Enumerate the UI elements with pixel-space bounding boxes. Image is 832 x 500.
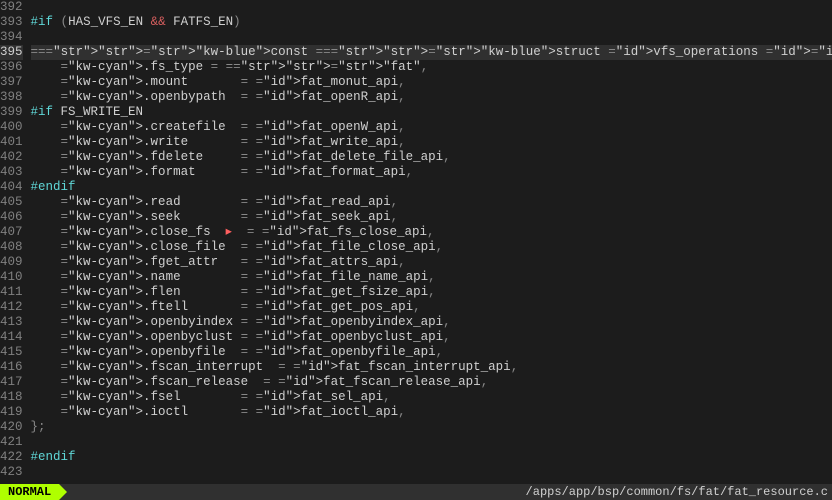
line-number: 423: [0, 465, 23, 480]
code-line[interactable]: ="kw-cyan">.fscan_interrupt = ="id">fat_…: [31, 360, 832, 375]
code-line[interactable]: ="kw-cyan">.openbyindex = ="id">fat_open…: [31, 315, 832, 330]
line-number: 415: [0, 345, 23, 360]
code-line[interactable]: [31, 0, 832, 15]
code-line[interactable]: ="kw-cyan">.fget_attr = ="id">fat_attrs_…: [31, 255, 832, 270]
line-number: 396: [0, 60, 23, 75]
line-number: 422: [0, 450, 23, 465]
code-line[interactable]: ="kw-cyan">.close_file = ="id">fat_file_…: [31, 240, 832, 255]
code-editor[interactable]: 3923933943953963973983994004014024034044…: [0, 0, 832, 484]
line-number: 399: [0, 105, 23, 120]
line-number: 411: [0, 285, 23, 300]
code-line[interactable]: ="kw-cyan">.format = ="id">fat_format_ap…: [31, 165, 832, 180]
code-line[interactable]: ="kw-cyan">.openbyclust = ="id">fat_open…: [31, 330, 832, 345]
code-line[interactable]: [31, 465, 832, 480]
code-line[interactable]: ="kw-cyan">.write = ="id">fat_write_api,: [31, 135, 832, 150]
code-line[interactable]: ="kw-cyan">.ftell = ="id">fat_get_pos_ap…: [31, 300, 832, 315]
line-number: 420: [0, 420, 23, 435]
code-line[interactable]: [31, 30, 832, 45]
code-line[interactable]: ="kw-cyan">.name = ="id">fat_file_name_a…: [31, 270, 832, 285]
line-number: 413: [0, 315, 23, 330]
line-number: 393: [0, 15, 23, 30]
code-line[interactable]: ="kw-cyan">.read = ="id">fat_read_api,: [31, 195, 832, 210]
code-line[interactable]: ="kw-cyan">.ioctl = ="id">fat_ioctl_api,: [31, 405, 832, 420]
code-line[interactable]: ="kw-cyan">.close_fs ▸ = ="id">fat_fs_cl…: [31, 225, 832, 240]
code-line[interactable]: #endif: [31, 450, 832, 465]
code-line[interactable]: ="kw-cyan">.fsel = ="id">fat_sel_api,: [31, 390, 832, 405]
line-number: 410: [0, 270, 23, 285]
line-number: 395: [0, 45, 23, 60]
code-line[interactable]: ="kw-cyan">.fscan_release = ="id">fat_fs…: [31, 375, 832, 390]
line-number: 394: [0, 30, 23, 45]
code-line[interactable]: ="kw-cyan">.openbyfile = ="id">fat_openb…: [31, 345, 832, 360]
line-number: 406: [0, 210, 23, 225]
code-area[interactable]: #if (HAS_VFS_EN && FATFS_EN) ==="str">"s…: [27, 0, 832, 484]
line-number: 418: [0, 390, 23, 405]
line-number: 419: [0, 405, 23, 420]
code-line[interactable]: ="kw-cyan">.mount = ="id">fat_monut_api,: [31, 75, 832, 90]
line-number: 403: [0, 165, 23, 180]
line-number: 405: [0, 195, 23, 210]
line-number: 392: [0, 0, 23, 15]
code-line[interactable]: #if (HAS_VFS_EN && FATFS_EN): [31, 15, 832, 30]
line-number: 416: [0, 360, 23, 375]
code-line[interactable]: ="kw-cyan">.createfile = ="id">fat_openW…: [31, 120, 832, 135]
line-number: 400: [0, 120, 23, 135]
line-number: 412: [0, 300, 23, 315]
code-line[interactable]: ="kw-cyan">.flen = ="id">fat_get_fsize_a…: [31, 285, 832, 300]
code-line[interactable]: ==="str">"str">="str">"kw-blue">const ==…: [31, 45, 832, 60]
code-line[interactable]: ="kw-cyan">.fs_type = =="str">"str">="st…: [31, 60, 832, 75]
code-line[interactable]: };: [31, 420, 832, 435]
code-line[interactable]: ="kw-cyan">.openbypath = ="id">fat_openR…: [31, 90, 832, 105]
line-number: 421: [0, 435, 23, 450]
line-number: 397: [0, 75, 23, 90]
mode-separator: [59, 484, 67, 500]
line-number: 401: [0, 135, 23, 150]
line-number: 407: [0, 225, 23, 240]
line-number-gutter: 3923933943953963973983994004014024034044…: [0, 0, 27, 484]
line-number: 408: [0, 240, 23, 255]
line-number: 414: [0, 330, 23, 345]
code-line[interactable]: ="kw-cyan">.seek = ="id">fat_seek_api,: [31, 210, 832, 225]
line-number: 398: [0, 90, 23, 105]
file-path: /apps/app/bsp/common/fs/fat/fat_resource…: [526, 485, 828, 499]
status-line: NORMAL /apps/app/bsp/common/fs/fat/fat_r…: [0, 484, 832, 500]
line-number: 409: [0, 255, 23, 270]
code-line[interactable]: [31, 435, 832, 450]
code-line[interactable]: #if FS_WRITE_EN: [31, 105, 832, 120]
line-number: 402: [0, 150, 23, 165]
line-number: 404: [0, 180, 23, 195]
code-line[interactable]: ="kw-cyan">.fdelete = ="id">fat_delete_f…: [31, 150, 832, 165]
line-number: 417: [0, 375, 23, 390]
vim-mode-badge: NORMAL: [0, 484, 59, 500]
code-line[interactable]: #endif: [31, 180, 832, 195]
